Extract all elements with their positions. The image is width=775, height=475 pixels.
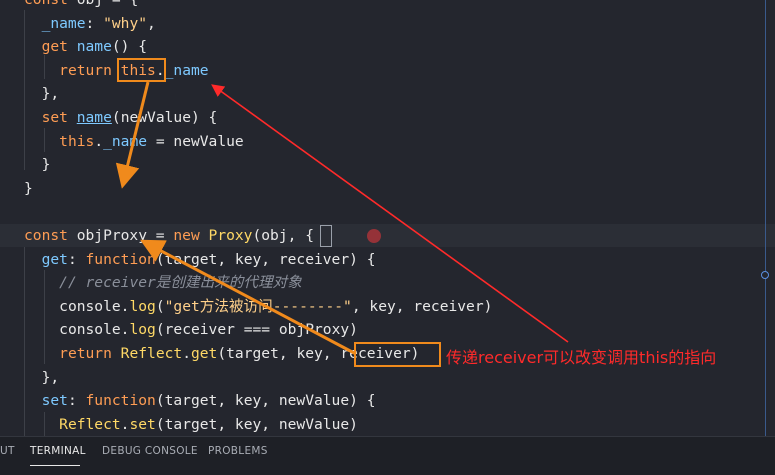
- annotation-text: 传递receiver可以改变调用this的指向: [446, 348, 717, 367]
- scrollbar-track[interactable]: [765, 0, 766, 436]
- tab-problems[interactable]: PROBLEMS: [208, 437, 268, 475]
- arrow-annotation-to-this: [211, 84, 569, 343]
- scrollbar-handle[interactable]: [761, 271, 769, 279]
- arrow-this-down: [115, 81, 150, 189]
- bottom-panel-tabs: UT TERMINAL DEBUG CONSOLE PROBLEMS: [0, 436, 775, 475]
- active-tab-indicator: [30, 465, 80, 466]
- annotation-arrows: [115, 81, 569, 356]
- code-editor[interactable]: const obj = { _name: "why", get name() {…: [0, 0, 775, 436]
- tab-debug-console[interactable]: DEBUG CONSOLE: [102, 437, 198, 475]
- tab-output[interactable]: UT: [0, 437, 15, 475]
- arrow-receiver-to-objproxy: [140, 239, 357, 356]
- tab-terminal[interactable]: TERMINAL: [30, 437, 86, 475]
